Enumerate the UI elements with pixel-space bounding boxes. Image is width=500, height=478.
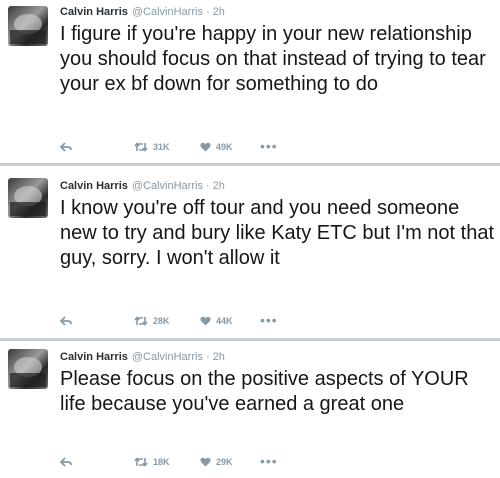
author-name[interactable]: Calvin Harris: [60, 180, 128, 192]
author-name[interactable]: Calvin Harris: [60, 351, 128, 363]
tweet-header: Calvin Harris @CalvinHarris · 2h: [60, 6, 225, 18]
like-count: 44K: [216, 316, 233, 326]
tweet-card[interactable]: Calvin Harris @CalvinHarris · 2h I know you…: [0, 166, 500, 338]
retweet-button[interactable]: 28K: [134, 316, 170, 326]
tweet-header: Calvin Harris @CalvinHarris · 2h: [60, 180, 225, 192]
author-name[interactable]: Calvin Harris: [60, 6, 128, 18]
more-button[interactable]: •••: [260, 312, 278, 328]
separator: ·: [205, 351, 210, 363]
retweet-icon: [134, 142, 148, 152]
reply-button[interactable]: [60, 457, 72, 467]
retweet-count: 28K: [153, 316, 170, 326]
retweet-button[interactable]: 18K: [134, 457, 170, 467]
heart-icon: [200, 316, 211, 326]
avatar[interactable]: [8, 349, 48, 389]
retweet-icon: [134, 457, 148, 467]
author-handle[interactable]: @CalvinHarris: [132, 180, 203, 192]
retweet-count: 18K: [153, 457, 170, 467]
tweet-card[interactable]: Calvin Harris @CalvinHarris · 2h Please foc…: [0, 341, 500, 478]
separator: ·: [205, 6, 210, 18]
more-icon: •••: [260, 453, 278, 469]
retweet-icon: [134, 316, 148, 326]
more-icon: •••: [260, 312, 278, 328]
like-button[interactable]: 29K: [200, 457, 233, 467]
retweet-count: 31K: [153, 142, 170, 152]
tweet-text: I know you're off tour and you need some…: [60, 197, 495, 269]
separator: ·: [205, 180, 210, 192]
reply-icon: [60, 142, 72, 152]
timestamp[interactable]: 2h: [213, 180, 225, 192]
avatar[interactable]: [8, 178, 48, 218]
timestamp[interactable]: 2h: [213, 6, 225, 18]
avatar[interactable]: [8, 6, 48, 46]
author-handle[interactable]: @CalvinHarris: [132, 351, 203, 363]
like-count: 49K: [216, 142, 233, 152]
reply-icon: [60, 316, 72, 326]
reply-button[interactable]: [60, 316, 72, 326]
heart-icon: [200, 457, 211, 467]
like-button[interactable]: 49K: [200, 142, 233, 152]
reply-button[interactable]: [60, 142, 72, 152]
author-handle[interactable]: @CalvinHarris: [132, 6, 203, 18]
tweet-header: Calvin Harris @CalvinHarris · 2h: [60, 351, 225, 363]
like-count: 29K: [216, 457, 233, 467]
reply-icon: [60, 457, 72, 467]
more-button[interactable]: •••: [260, 138, 278, 154]
more-icon: •••: [260, 138, 278, 154]
timestamp[interactable]: 2h: [213, 351, 225, 363]
tweet-text: I figure if you're happy in your new rel…: [60, 23, 486, 95]
like-button[interactable]: 44K: [200, 316, 233, 326]
retweet-button[interactable]: 31K: [134, 142, 170, 152]
heart-icon: [200, 142, 211, 152]
tweet-card[interactable]: Calvin Harris @CalvinHarris · 2h I figure i…: [0, 0, 500, 163]
more-button[interactable]: •••: [260, 453, 278, 469]
tweet-text: Please focus on the positive aspects of …: [60, 368, 469, 415]
